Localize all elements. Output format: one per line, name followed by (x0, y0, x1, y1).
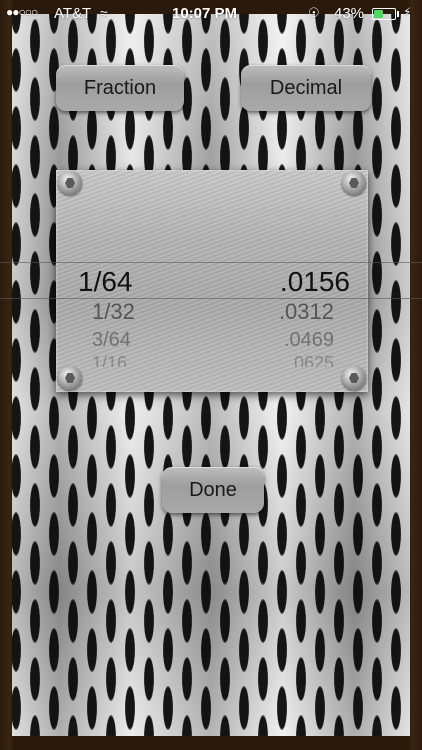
battery-tip (397, 11, 399, 17)
status-bar: ●●○○○ AT&T ≈ 10:07 PM ☉ 43% ⚡ (0, 0, 422, 30)
fraction-button[interactable]: Fraction (56, 65, 184, 111)
charging-bolt-icon: ⚡ (403, 5, 412, 19)
screw-icon (342, 171, 366, 195)
screw-icon (58, 366, 82, 390)
signal-strength-icon: ●●○○○ (6, 5, 38, 19)
picker-option-decimal[interactable]: .0312 (279, 299, 334, 325)
picker-option-decimal[interactable]: .0469 (284, 329, 334, 352)
screw-icon (342, 366, 366, 390)
picker-option-fraction[interactable]: 1/32 (92, 299, 135, 325)
battery-icon (372, 8, 396, 20)
orientation-lock-icon: ☉ (308, 5, 320, 20)
picker-option-decimal[interactable]: .0625 (289, 353, 334, 367)
picker-selected-decimal[interactable]: .0156 (280, 266, 350, 298)
carrier-label: AT&T (54, 5, 92, 22)
status-time: 10:07 PM (172, 5, 238, 22)
decimal-button[interactable]: Decimal (241, 65, 371, 111)
picker-option-fraction[interactable]: 1/16 (92, 353, 127, 367)
wifi-icon: ≈ (100, 5, 108, 21)
screw-icon (58, 171, 82, 195)
picker-option-fraction[interactable]: 3/64 (92, 329, 131, 352)
picker-selected-fraction[interactable]: 1/64 (78, 266, 133, 298)
battery-percent: 43% (334, 5, 365, 22)
done-button[interactable]: Done (162, 467, 264, 513)
battery-level (374, 10, 384, 18)
